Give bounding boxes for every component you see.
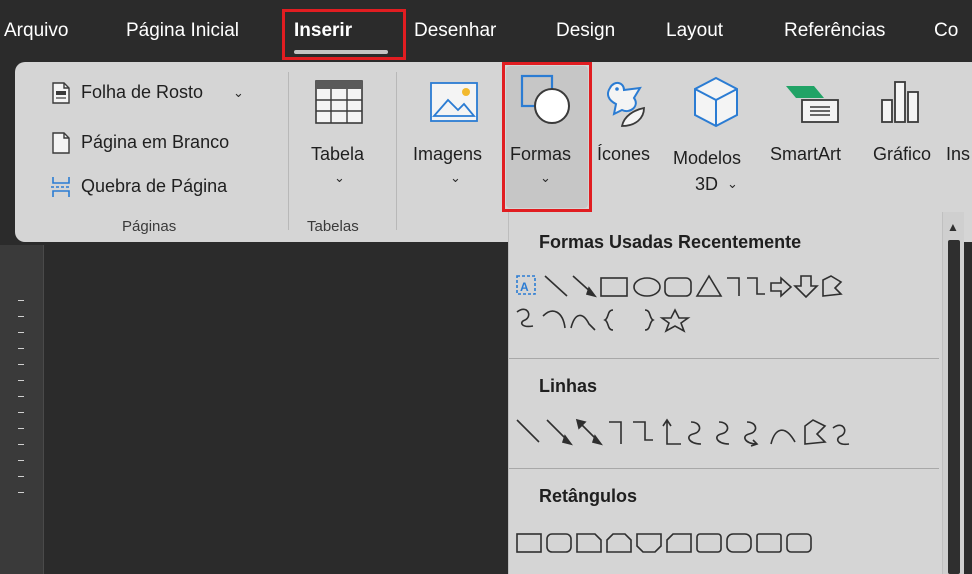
- section-divider: [509, 468, 939, 469]
- picture-icon[interactable]: [430, 82, 478, 122]
- smartart-icon[interactable]: [784, 80, 840, 124]
- imagens-button[interactable]: Imagens: [413, 144, 482, 165]
- tab-design[interactable]: Design: [556, 20, 615, 42]
- inserir-highlight-box: [282, 9, 406, 60]
- shapes-dropdown: Formas Usadas Recentemente A Linhas Retâ…: [508, 212, 964, 574]
- cover-page-icon: [52, 82, 70, 104]
- inserir-cut-button[interactable]: Ins: [946, 144, 970, 165]
- rectangles-gallery[interactable]: [513, 530, 943, 558]
- table-icon[interactable]: [315, 80, 363, 124]
- tab-pagina-inicial[interactable]: Página Inicial: [126, 20, 239, 42]
- modelos-3d-label-line2[interactable]: 3D: [695, 174, 718, 195]
- svg-text:A: A: [520, 280, 529, 294]
- ribbon-separator: [396, 72, 397, 230]
- pagina-em-branco-button[interactable]: Página em Branco: [81, 132, 229, 153]
- icones-button[interactable]: Ícones: [597, 144, 650, 165]
- 3d-model-icon[interactable]: [692, 76, 740, 128]
- group-label-paginas: Páginas: [122, 218, 177, 235]
- section-linhas: Linhas: [539, 376, 598, 396]
- formas-highlight-box: [502, 62, 592, 212]
- scroll-thumb[interactable]: [948, 240, 960, 574]
- scroll-up-arrow-icon[interactable]: ▲: [947, 220, 959, 234]
- quebra-de-pagina-button[interactable]: Quebra de Página: [81, 176, 227, 197]
- imagens-chevron-down-icon[interactable]: ⌄: [450, 170, 461, 186]
- folha-de-rosto-button[interactable]: Folha de Rosto: [81, 82, 203, 103]
- chart-icon[interactable]: [878, 78, 924, 124]
- tab-co-cut[interactable]: Co: [934, 20, 958, 42]
- ruler-ticks: [18, 300, 24, 500]
- tabela-button[interactable]: Tabela: [311, 144, 364, 165]
- lines-gallery[interactable]: [513, 414, 943, 450]
- modelos-3d-chevron-down-icon[interactable]: ⌄: [727, 176, 738, 192]
- blank-page-icon: [52, 132, 70, 154]
- icons-icon[interactable]: [600, 76, 652, 128]
- section-retangulos: Retângulos: [539, 486, 638, 506]
- ribbon-separator: [288, 72, 289, 230]
- folha-de-rosto-chevron-down-icon[interactable]: ⌄: [233, 85, 244, 101]
- page-break-icon: [51, 177, 71, 197]
- menu-bar: Arquivo Página Inicial Inserir Desenhar …: [0, 0, 972, 60]
- section-recent-shapes: Formas Usadas Recentemente: [539, 232, 802, 252]
- group-label-tabelas: Tabelas: [307, 218, 359, 235]
- dropdown-scrollbar[interactable]: ▲: [942, 212, 964, 574]
- grafico-button[interactable]: Gráfico: [873, 144, 931, 165]
- tab-layout[interactable]: Layout: [666, 20, 723, 42]
- tab-arquivo[interactable]: Arquivo: [4, 20, 68, 42]
- section-divider: [509, 358, 939, 359]
- smartart-button[interactable]: SmartArt: [770, 144, 841, 165]
- recent-shapes-gallery[interactable]: A: [513, 272, 943, 342]
- tab-referencias[interactable]: Referências: [784, 20, 885, 42]
- tab-desenhar[interactable]: Desenhar: [414, 20, 496, 42]
- tabela-chevron-down-icon[interactable]: ⌄: [334, 170, 345, 186]
- vertical-ruler: [0, 245, 44, 574]
- modelos-3d-button[interactable]: Modelos: [673, 148, 741, 169]
